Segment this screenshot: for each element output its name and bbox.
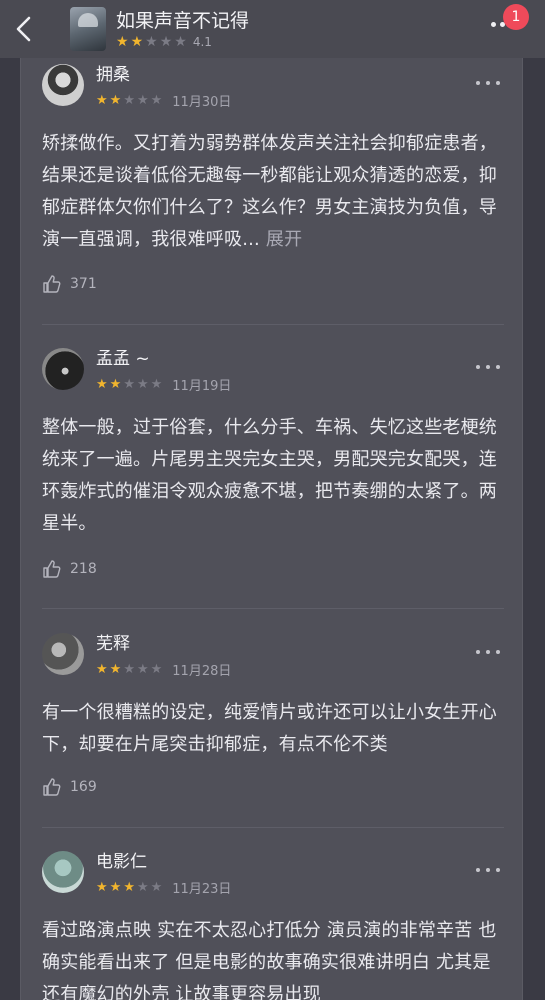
star-empty-icon: ★: [136, 879, 149, 895]
divider: [42, 827, 504, 828]
star-filled-icon: ★: [96, 92, 108, 108]
like-button[interactable]: 218: [42, 559, 97, 579]
divider: [42, 608, 504, 609]
like-count: 218: [70, 561, 97, 577]
star-filled-icon: ★: [130, 34, 144, 50]
star-empty-icon: ★: [145, 34, 158, 50]
notification-badge[interactable]: 1: [503, 4, 529, 30]
star-empty-icon: ★: [150, 92, 163, 108]
star-empty-icon: ★: [174, 34, 187, 50]
star-rating: ★ ★ ★ ★ ★: [96, 879, 163, 895]
review-date: 11月23日: [172, 882, 232, 897]
like-button[interactable]: 169: [42, 777, 97, 797]
like-count: 371: [70, 276, 97, 292]
star-filled-icon: ★: [109, 879, 122, 895]
star-empty-icon: ★: [150, 661, 163, 677]
avatar[interactable]: [42, 64, 84, 106]
review-text[interactable]: 整体一般，过于俗套，什么分手、车祸、失忆这些老梗统统来了一遍。片尾男主哭完女主哭…: [42, 412, 504, 540]
review-username[interactable]: 芜释: [96, 634, 130, 654]
back-arrow-icon: [16, 16, 31, 42]
review-more-button[interactable]: [476, 645, 500, 659]
review-more-button[interactable]: [476, 76, 500, 90]
review-date: 11月19日: [172, 379, 232, 394]
star-empty-icon: ★: [136, 92, 149, 108]
movie-title: 如果声音不记得: [116, 10, 250, 32]
avatar[interactable]: [42, 633, 84, 675]
review-list: 拥桑 ★ ★ ★ ★ ★ 11月30日 矫揉做作。又打着为弱势群体发声关注社会抑郁症患者…: [20, 58, 523, 1000]
rating-score: 4.1: [192, 35, 212, 49]
star-filled-icon: ★: [109, 92, 122, 108]
star-empty-icon: ★: [123, 92, 135, 108]
star-rating: ★ ★ ★ ★ ★: [116, 35, 187, 49]
review-username[interactable]: 孟孟 ~: [96, 349, 150, 369]
review-meta: ★ ★ ★ ★ ★ 11月28日: [96, 660, 231, 679]
star-empty-icon: ★: [150, 376, 163, 392]
divider: [42, 324, 504, 325]
star-rating: ★ ★ ★ ★ ★: [96, 376, 163, 392]
review-username[interactable]: 电影仁: [96, 852, 147, 872]
star-filled-icon: ★: [109, 376, 122, 392]
star-filled-icon: ★: [96, 879, 108, 895]
review-username[interactable]: 拥桑: [96, 65, 130, 85]
like-button[interactable]: 371: [42, 274, 97, 294]
review-more-button[interactable]: [476, 360, 500, 374]
review-text[interactable]: 看过路演点映 实在不太忍心打低分 演员演的非常辛苦 也确实能看出来了 但是电影的…: [42, 915, 504, 1000]
review-date: 11月28日: [172, 664, 232, 679]
review-date: 11月30日: [172, 95, 232, 110]
top-bar: 如果声音不记得 ★ ★ ★ ★ ★ 4.1 1: [0, 0, 545, 58]
star-filled-icon: ★: [96, 661, 108, 677]
movie-rating: ★ ★ ★ ★ ★ 4.1: [116, 35, 249, 49]
expand-link[interactable]: 展开: [260, 229, 302, 250]
star-rating: ★ ★ ★ ★ ★: [96, 92, 163, 108]
thumbs-up-icon: [43, 778, 61, 796]
star-empty-icon: ★: [150, 879, 163, 895]
review-text[interactable]: 矫揉做作。又打着为弱势群体发声关注社会抑郁症患者，结果还是谈着低俗无趣每一秒都能…: [42, 128, 504, 258]
star-empty-icon: ★: [136, 661, 149, 677]
star-empty-icon: ★: [159, 34, 173, 50]
avatar[interactable]: [42, 851, 84, 893]
star-empty-icon: ★: [123, 376, 135, 392]
thumbs-up-icon: [43, 275, 61, 293]
star-filled-icon: ★: [109, 661, 122, 677]
review-meta: ★ ★ ★ ★ ★ 11月30日: [96, 91, 231, 110]
review-more-button[interactable]: [476, 863, 500, 877]
review-meta: ★ ★ ★ ★ ★ 11月19日: [96, 375, 231, 394]
like-count: 169: [70, 779, 97, 795]
avatar[interactable]: [42, 348, 84, 390]
star-empty-icon: ★: [136, 376, 149, 392]
movie-title-block: 如果声音不记得 ★ ★ ★ ★ ★ 4.1: [116, 9, 249, 49]
star-filled-icon: ★: [123, 879, 135, 895]
star-empty-icon: ★: [123, 661, 135, 677]
thumbs-up-icon: [43, 560, 61, 578]
star-rating: ★ ★ ★ ★ ★: [96, 661, 163, 677]
movie-poster-thumbnail[interactable]: [70, 7, 106, 51]
back-button[interactable]: [0, 0, 48, 58]
star-filled-icon: ★: [116, 34, 129, 50]
review-meta: ★ ★ ★ ★ ★ 11月23日: [96, 878, 231, 897]
review-text[interactable]: 有一个很糟糕的设定，纯爱情片或许还可以让小女生开心下，却要在片尾突击抑郁症，有点…: [42, 697, 504, 761]
star-filled-icon: ★: [96, 376, 108, 392]
